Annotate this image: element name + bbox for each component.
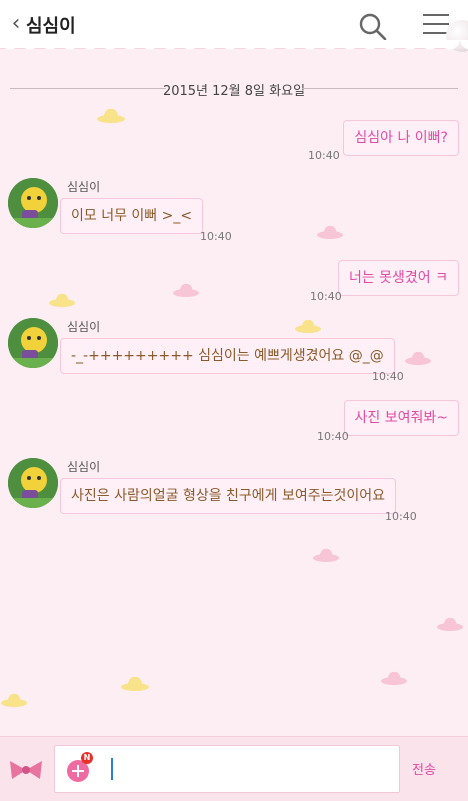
message-bubble-sent[interactable]: 심심아 나 이뻐?	[343, 120, 459, 156]
decor-hat-icon	[380, 668, 408, 690]
back-button[interactable]: ‹	[4, 10, 28, 38]
sender-name: 심심이	[67, 320, 101, 334]
decor-hat-icon	[436, 614, 464, 636]
date-divider: 2015년 12월 8일 화요일	[10, 78, 458, 99]
message-time: 10:40	[372, 370, 404, 383]
decor-hat-icon	[172, 280, 200, 302]
message-time: 10:40	[310, 290, 342, 303]
message-time: 10:40	[385, 510, 417, 523]
message-bubble-received[interactable]: -_-+++++++++ 심심이는 예쁘게생겼어요 @_@	[60, 338, 395, 374]
lace-border	[0, 40, 468, 54]
send-button[interactable]: 전송	[412, 759, 436, 778]
decor-hat-icon	[294, 316, 322, 338]
decor-hat-icon	[312, 545, 340, 567]
ribbon-icon[interactable]	[8, 759, 44, 781]
message-bubble-received[interactable]: 사진은 사람의얼굴 형상을 친구에게 보여주는것이어요	[60, 478, 397, 514]
decor-hat-icon	[96, 106, 126, 128]
date-label: 2015년 12월 8일 화요일	[162, 84, 306, 99]
bot-avatar[interactable]	[8, 178, 58, 228]
decor-hat-icon	[316, 222, 344, 244]
sender-name: 심심이	[67, 180, 101, 194]
text-cursor	[111, 758, 113, 780]
message-bubble-sent[interactable]: 사진 보여줘봐~	[343, 400, 459, 436]
decor-hat-icon	[0, 690, 28, 712]
message-input[interactable]: N	[54, 745, 400, 793]
bot-avatar[interactable]	[8, 458, 58, 508]
chat-title: 심심이	[26, 16, 76, 37]
search-icon[interactable]	[358, 12, 388, 42]
message-bubble-sent[interactable]: 너는 못생겼어 ㅋ	[337, 260, 459, 296]
message-time: 10:40	[317, 430, 349, 443]
decor-hat-icon	[404, 348, 432, 370]
input-bar: N 전송	[0, 736, 468, 801]
sender-name: 심심이	[67, 460, 101, 474]
message-time: 10:40	[200, 230, 232, 243]
decor-hat-icon	[48, 290, 76, 312]
bot-avatar[interactable]	[8, 318, 58, 368]
new-badge: N	[81, 752, 93, 764]
message-bubble-received[interactable]: 이모 너무 이뻐 >_<	[60, 198, 204, 234]
message-time: 10:40	[308, 149, 340, 162]
decor-hat-icon	[120, 674, 150, 696]
